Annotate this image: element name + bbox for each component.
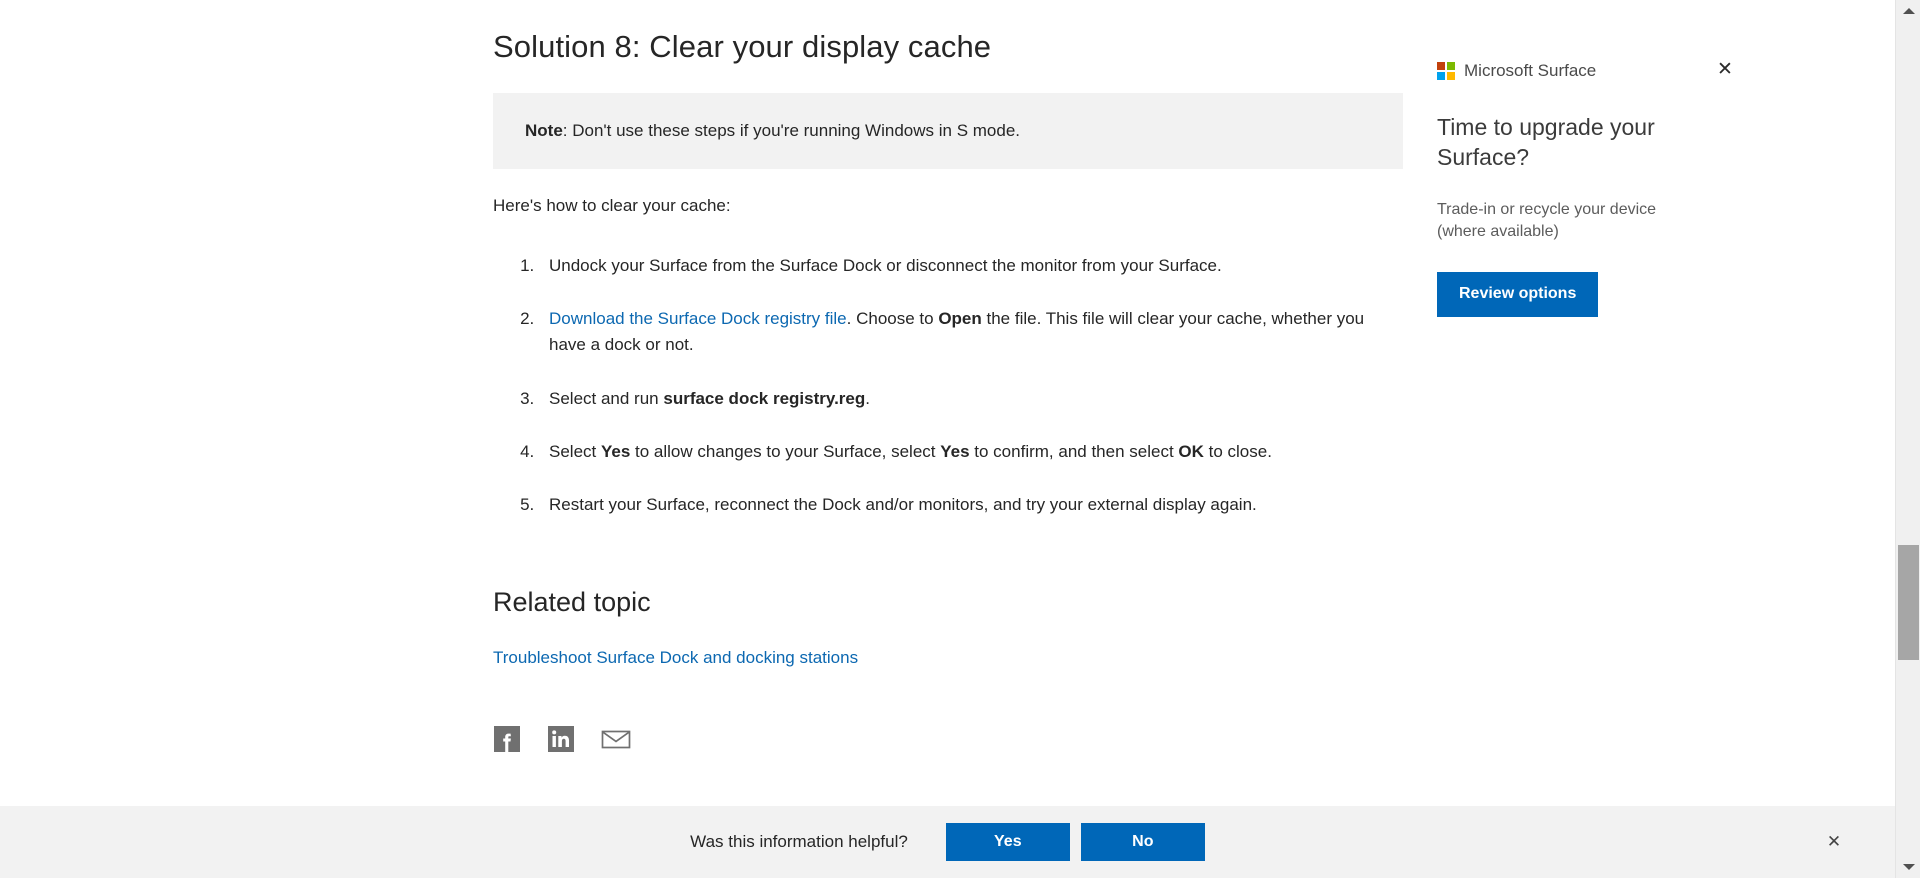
surface-promo-panel: Microsoft Surface ✕ Time to upgrade your… xyxy=(1437,59,1733,318)
step-emphasis: surface dock registry.reg xyxy=(663,388,866,408)
scroll-up-arrow-icon[interactable] xyxy=(1896,0,1920,22)
vertical-scrollbar[interactable] xyxy=(1895,0,1920,878)
step-item: Undock your Surface from the Surface Doc… xyxy=(539,253,1403,279)
note-text: : Don't use these steps if you're runnin… xyxy=(562,120,1021,140)
related-topic-link[interactable]: Troubleshoot Surface Dock and docking st… xyxy=(493,648,858,668)
promo-header: Microsoft Surface ✕ xyxy=(1437,59,1733,82)
logo-square-green xyxy=(1447,62,1455,70)
step-item: Restart your Surface, reconnect the Dock… xyxy=(539,492,1403,518)
promo-headline: Time to upgrade your Surface? xyxy=(1437,114,1655,171)
feedback-question: Was this information helpful? xyxy=(690,832,908,851)
step-text: to confirm, and then select xyxy=(969,442,1179,462)
step-text: to allow changes to your Surface, select xyxy=(630,442,941,462)
facebook-icon[interactable] xyxy=(493,725,521,753)
logo-square-yellow xyxy=(1447,72,1455,80)
step-text: Restart your Surface, reconnect the Dock… xyxy=(549,495,1257,515)
step-emphasis: OK xyxy=(1178,442,1204,462)
step-emphasis: Yes xyxy=(940,442,970,462)
logo-square-red xyxy=(1437,62,1445,70)
note-label: Note xyxy=(525,120,563,140)
scrollbar-thumb[interactable] xyxy=(1898,545,1919,660)
linkedin-icon[interactable] xyxy=(547,725,575,753)
intro-paragraph: Here's how to clear your cache: xyxy=(493,196,731,216)
step-item: Download the Surface Dock registry file.… xyxy=(539,306,1403,359)
feedback-yes-button[interactable]: Yes xyxy=(945,823,1070,861)
scroll-down-arrow-icon[interactable] xyxy=(1896,856,1920,878)
step-text: Select and run xyxy=(549,388,664,408)
step-text: Undock your Surface from the Surface Doc… xyxy=(549,255,1222,275)
step-text: . xyxy=(865,388,870,408)
step-emphasis: Open xyxy=(938,309,982,329)
promo-brand-label: Microsoft Surface xyxy=(1464,61,1597,80)
feedback-no-button[interactable]: No xyxy=(1080,823,1205,861)
promo-body-text: Trade-in or recycle your device (where a… xyxy=(1437,200,1657,241)
step-text: . Choose to xyxy=(846,309,939,329)
step-emphasis: Yes xyxy=(600,442,631,462)
microsoft-logo-icon xyxy=(1437,62,1455,80)
note-callout: Note: Don't use these steps if you're ru… xyxy=(493,92,1403,170)
review-options-button[interactable]: Review options xyxy=(1437,272,1599,318)
logo-square-blue xyxy=(1437,72,1445,80)
browser-viewport: Solution 8: Clear your display cache Not… xyxy=(0,0,1920,878)
promo-close-icon[interactable]: ✕ xyxy=(1712,57,1738,83)
step-item: Select and run surface dock registry.reg… xyxy=(539,386,1403,412)
feedback-bar: Was this information helpful? Yes No ✕ xyxy=(0,806,1895,878)
email-icon[interactable] xyxy=(601,725,631,753)
step-link[interactable]: Download the Surface Dock registry file xyxy=(549,309,847,328)
article-content: Solution 8: Clear your display cache Not… xyxy=(493,0,1403,753)
step-text: to close. xyxy=(1203,442,1272,462)
step-text: Select xyxy=(549,442,601,462)
feedback-close-icon[interactable]: ✕ xyxy=(1821,829,1847,855)
step-item: Select Yes to allow changes to your Surf… xyxy=(539,439,1403,465)
steps-list: Undock your Surface from the Surface Doc… xyxy=(493,253,1403,519)
page-title: Solution 8: Clear your display cache xyxy=(493,29,992,64)
share-row xyxy=(493,725,1403,753)
related-topic-heading: Related topic xyxy=(493,586,651,617)
